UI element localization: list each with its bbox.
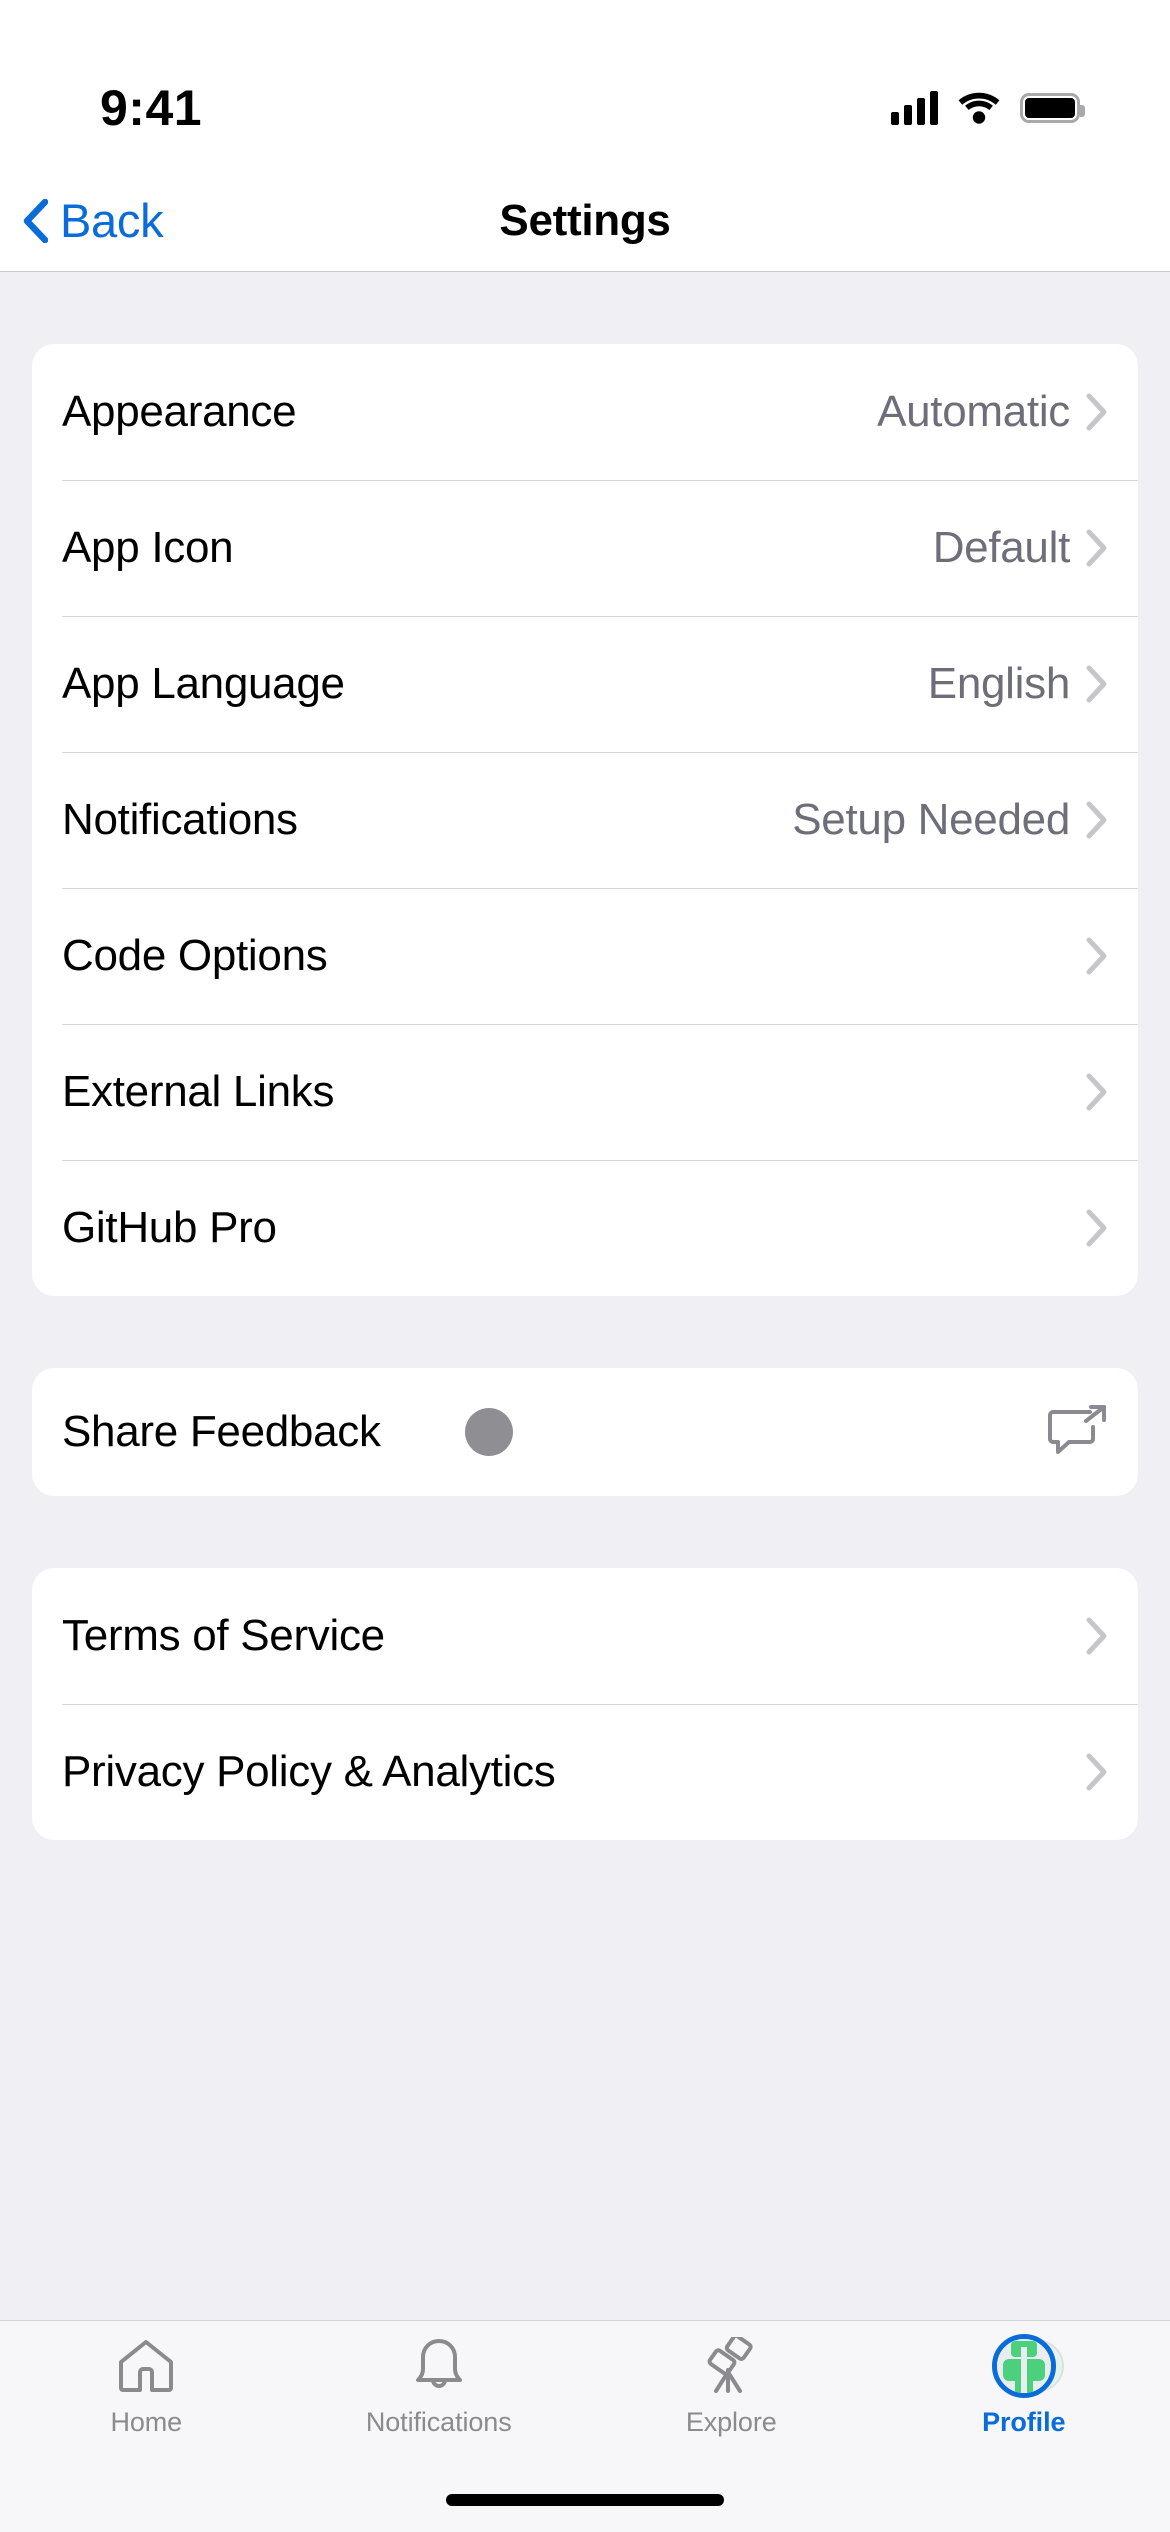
row-app-language[interactable]: App Language English [32,616,1138,752]
row-value: Setup Needed [792,795,1070,844]
chevron-left-icon [23,198,48,243]
telescope-icon [701,2335,761,2397]
row-accessory: English [928,659,1108,709]
row-code-options[interactable]: Code Options [32,888,1138,1024]
row-accessory [1070,1209,1108,1247]
tab-profile[interactable]: Profile [878,2334,1170,2438]
row-value: Default [932,523,1071,572]
row-accessory [1070,937,1108,975]
row-label: GitHub Pro [62,1203,277,1252]
row-label: Code Options [62,931,328,980]
tab-notifications[interactable]: Notifications [293,2335,586,2438]
tab-label: Notifications [365,2407,512,2437]
chevron-right-icon [1086,529,1107,567]
back-button[interactable]: Back [0,193,164,248]
row-terms-of-service[interactable]: Terms of Service [32,1568,1138,1704]
chevron-right-icon [1086,665,1107,703]
row-label: External Links [62,1067,335,1116]
row-label: Appearance [62,387,297,436]
row-appearance[interactable]: Appearance Automatic [32,344,1138,480]
row-label: App Icon [62,523,234,572]
row-accessory [1070,1753,1108,1791]
row-notifications[interactable]: Notifications Setup Needed [32,752,1138,888]
bell-icon [412,2335,466,2397]
tab-label: Explore [685,2407,777,2437]
cellular-signal-icon [891,91,938,125]
battery-full-icon [1020,93,1085,123]
settings-screen: 9:41 Back Settings Appearance Automatic … [0,0,1170,2532]
settings-group-legal: Terms of Service Privacy Policy & Analyt… [32,1568,1138,1840]
tab-label: Home [110,2407,183,2437]
row-label: Notifications [62,795,298,844]
home-indicator-area [0,2468,1170,2532]
spacer-top [32,272,1138,344]
row-accessory [1070,1073,1108,1111]
tab-bar: Home Notifications Explore Profile [0,2320,1170,2468]
status-bar: 9:41 [0,0,1170,170]
settings-group-preferences: Appearance Automatic App Icon Default Ap… [32,344,1138,1296]
row-label: App Language [62,659,345,708]
chevron-right-icon [1086,1073,1107,1111]
spacer-after-feedback [32,1496,1138,1568]
tab-label: Profile [982,2407,1066,2437]
row-share-feedback[interactable]: Share Feedback [32,1368,1138,1496]
row-accessory: Setup Needed [792,795,1108,845]
page-title: Settings [499,195,671,245]
chevron-right-icon [1086,1617,1107,1655]
navigation-bar: Back Settings [0,170,1170,272]
row-external-links[interactable]: External Links [32,1024,1138,1160]
row-label: Privacy Policy & Analytics [62,1747,556,1796]
row-value: Automatic [877,387,1070,436]
tab-explore[interactable]: Explore [585,2335,878,2438]
row-accessory [1070,1617,1108,1655]
chevron-right-icon [1086,937,1107,975]
spacer-after-preferences [32,1296,1138,1368]
row-privacy-policy[interactable]: Privacy Policy & Analytics [32,1704,1138,1840]
wifi-icon [958,92,1000,124]
home-indicator[interactable] [446,2494,724,2506]
house-icon [117,2335,175,2397]
settings-group-feedback: Share Feedback [32,1368,1138,1496]
row-label: Terms of Service [62,1611,385,1660]
chevron-right-icon [1086,801,1107,839]
settings-list[interactable]: Appearance Automatic App Icon Default Ap… [0,272,1170,2320]
status-indicators [891,91,1085,125]
share-comment-icon [1048,1405,1106,1454]
back-button-label: Back [60,194,164,247]
avatar-primary [991,2334,1056,2398]
tab-home[interactable]: Home [0,2335,293,2438]
row-accessory: Default [933,523,1108,573]
row-app-icon[interactable]: App Icon Default [32,480,1138,616]
status-time: 9:41 [100,80,203,136]
row-label: Share Feedback [62,1407,381,1456]
avatar-icon [991,2334,1064,2398]
chevron-right-icon [1086,1209,1107,1247]
row-github-pro[interactable]: GitHub Pro [32,1160,1138,1296]
chevron-right-icon [1086,1753,1107,1791]
row-value: English [927,659,1071,708]
chevron-right-icon [1086,393,1107,431]
avatar-dot-icon [464,1408,513,1456]
row-accessory: Automatic [877,387,1108,437]
